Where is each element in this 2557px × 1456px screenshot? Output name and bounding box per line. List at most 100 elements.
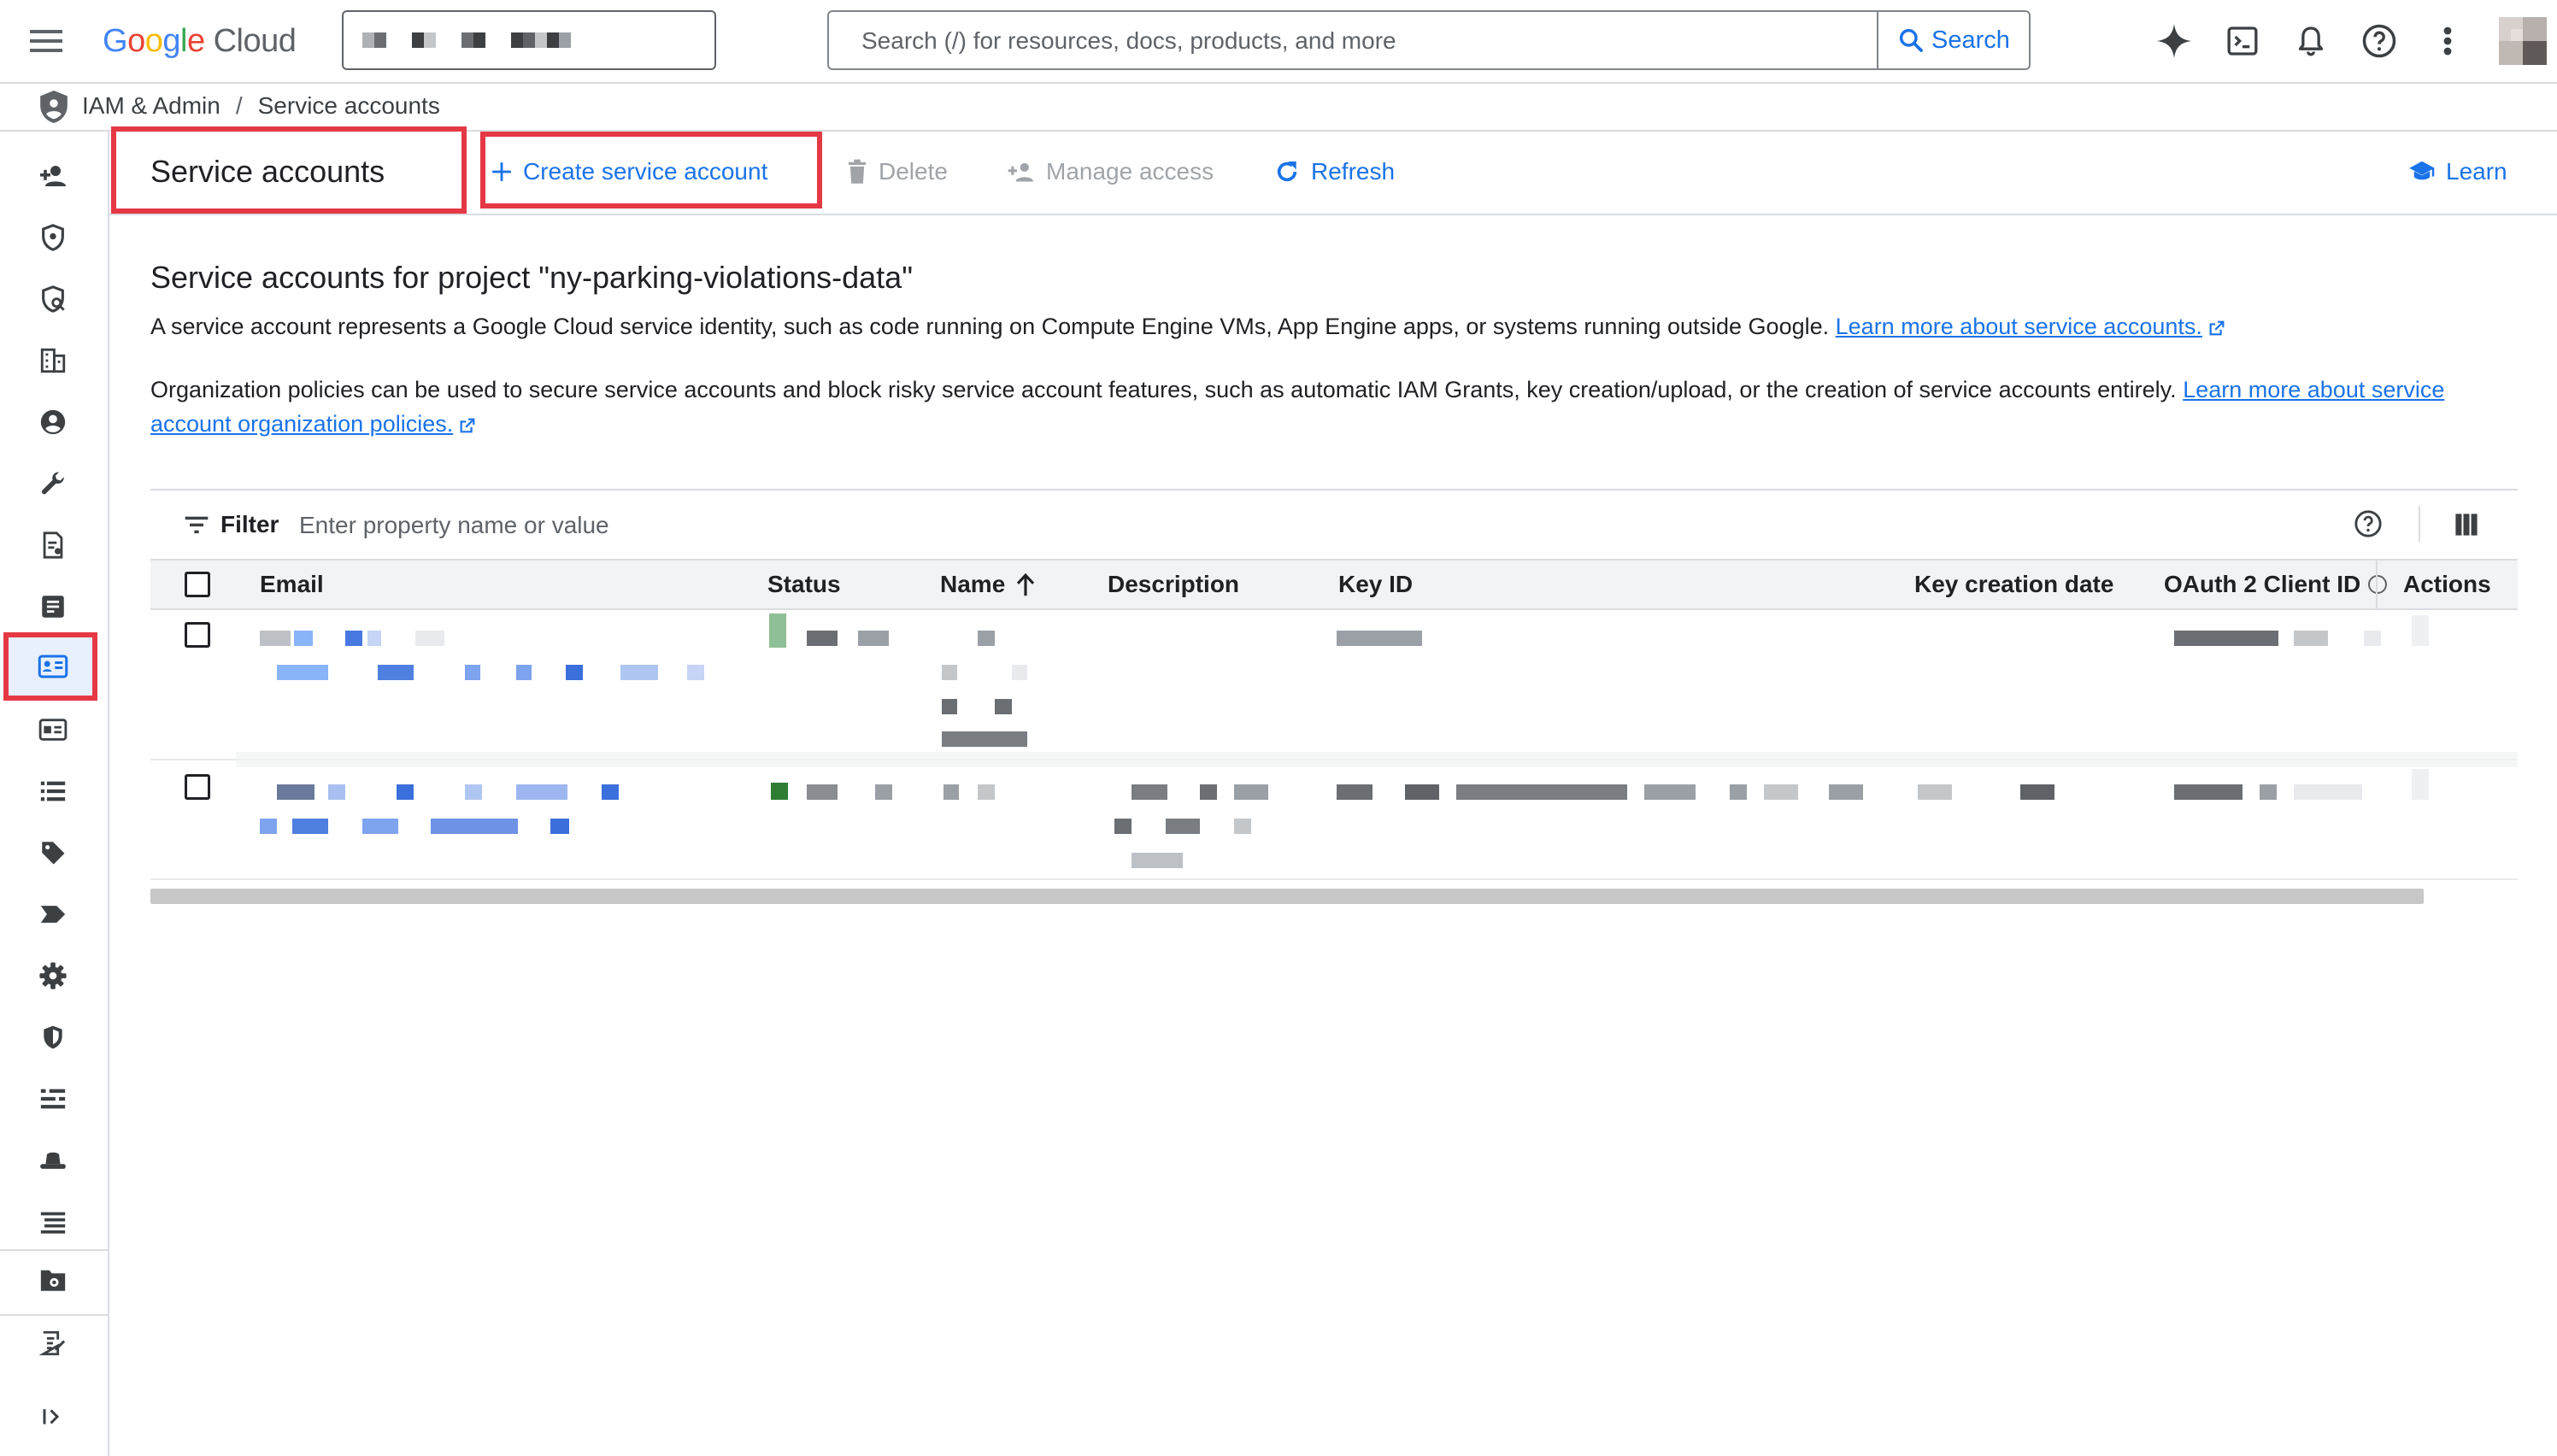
- redacted-key-id: [1333, 784, 2054, 801]
- more-options-icon[interactable]: [2425, 19, 2470, 63]
- policy-text: Organization policies can be used to sec…: [150, 377, 2177, 402]
- gemini-sparkle-icon[interactable]: [2152, 19, 2196, 63]
- column-header-name[interactable]: Name: [940, 571, 1036, 598]
- redacted-email-cell[interactable]: [256, 624, 735, 684]
- select-all-checkbox[interactable]: [185, 572, 210, 597]
- rail-divider: [0, 1314, 108, 1316]
- settings-icon[interactable]: [34, 957, 72, 995]
- column-header-name-label: Name: [940, 571, 1006, 597]
- external-link-icon: [2209, 320, 2225, 336]
- filter-bar-divider: [2419, 506, 2420, 542]
- rail-divider: [0, 1249, 108, 1251]
- intro-paragraph: A service account represents a Google Cl…: [150, 309, 2458, 343]
- breadcrumb-parent-link[interactable]: IAM & Admin: [82, 92, 220, 119]
- iam-shield-icon: [38, 89, 70, 125]
- add-icon: [492, 162, 511, 181]
- delete-button-label: Delete: [879, 158, 948, 185]
- notifications-bell-icon[interactable]: [2289, 19, 2333, 63]
- audit-log-icon[interactable]: [34, 526, 72, 564]
- column-header-key-id[interactable]: Key ID: [1338, 571, 1413, 598]
- column-display-options-icon[interactable]: [2454, 513, 2478, 537]
- search-input[interactable]: [860, 24, 1829, 58]
- manage-access-button[interactable]: Manage access: [1007, 154, 1214, 190]
- filter-input[interactable]: [297, 508, 1326, 543]
- release-notes-icon[interactable]: [34, 1324, 72, 1362]
- report-icon[interactable]: [34, 588, 72, 625]
- intro-text: A service account represents a Google Cl…: [150, 314, 1830, 339]
- policy-icon[interactable]: [34, 280, 72, 318]
- sort-ascending-arrow-icon: [1017, 572, 1035, 596]
- redacted-status-text: [803, 631, 889, 648]
- delete-button[interactable]: Delete: [846, 154, 948, 190]
- status-enabled-indicator: [769, 614, 786, 648]
- table-help-icon[interactable]: [2354, 509, 2383, 538]
- hat-icon[interactable]: [34, 1142, 72, 1179]
- search-icon: [1899, 28, 1923, 52]
- project-picker[interactable]: [342, 10, 716, 70]
- row-checkbox[interactable]: [185, 774, 210, 800]
- actions-column-divider: [2376, 561, 2378, 608]
- horizontal-scrollbar[interactable]: [150, 889, 2424, 904]
- id-card-icon[interactable]: [34, 711, 72, 749]
- breadcrumb-separator: /: [235, 92, 243, 119]
- privacy-shield-icon[interactable]: [34, 1019, 72, 1056]
- section-heading: Service accounts for project "ny-parking…: [150, 260, 913, 295]
- refresh-button-label: Refresh: [1311, 158, 1396, 185]
- google-cloud-logo[interactable]: Google Cloud: [103, 19, 297, 63]
- row-actions-menu[interactable]: [2412, 615, 2429, 646]
- cloud-shell-terminal-icon[interactable]: [2220, 19, 2265, 63]
- create-button-label: Create service account: [523, 158, 768, 185]
- redacted-project-name: [362, 32, 571, 48]
- person-add-icon[interactable]: [34, 157, 72, 195]
- search-bar: Search: [827, 10, 2031, 70]
- tag-icon[interactable]: [34, 834, 72, 872]
- column-header-status[interactable]: Status: [767, 571, 841, 598]
- filter-icon[interactable]: [183, 513, 210, 537]
- redacted-oauth-client-id: [2171, 631, 2384, 648]
- redacted-email-cell[interactable]: [256, 784, 735, 844]
- main-menu-icon[interactable]: [24, 21, 68, 62]
- row-divider: [150, 878, 2518, 880]
- row-checkbox[interactable]: [185, 622, 210, 648]
- redacted-status-text: [803, 784, 892, 801]
- info-icon: [2368, 575, 2388, 594]
- search-button[interactable]: Search: [1877, 12, 2029, 68]
- quotas-icon[interactable]: [34, 1080, 72, 1118]
- list-icon[interactable]: [34, 772, 72, 810]
- column-header-key-creation-date[interactable]: Key creation date: [1914, 571, 2113, 598]
- refresh-button[interactable]: Refresh: [1273, 154, 1395, 190]
- folder-settings-icon[interactable]: [34, 1261, 72, 1299]
- trash-icon: [849, 159, 866, 184]
- column-header-email[interactable]: Email: [260, 571, 324, 598]
- account-circle-icon[interactable]: [34, 403, 72, 441]
- refresh-icon: [1277, 161, 1297, 182]
- breadcrumb-trail: IAM & Admin / Service accounts: [82, 92, 440, 120]
- status-enabled-indicator: [771, 783, 788, 800]
- search-button-label: Search: [1931, 26, 2010, 54]
- manage-resources-icon[interactable]: [34, 1203, 72, 1241]
- wrench-icon[interactable]: [34, 465, 72, 502]
- redacted-oauth-client-id: [2171, 784, 2384, 801]
- column-header-actions: Actions: [2403, 571, 2491, 597]
- service-account-icon[interactable]: [34, 648, 72, 685]
- learn-button-label: Learn: [2446, 158, 2507, 185]
- column-header-description[interactable]: Description: [1108, 571, 1239, 598]
- account-avatar[interactable]: [2499, 17, 2547, 65]
- policy-paragraph: Organization policies can be used to sec…: [150, 373, 2458, 441]
- column-header-oauth-client-id[interactable]: OAuth 2 Client ID: [2164, 571, 2388, 598]
- filter-label: Filter: [220, 511, 279, 537]
- table-header-row: [150, 559, 2518, 610]
- logo-google-text: Google: [103, 22, 205, 59]
- row-actions-menu[interactable]: [2412, 769, 2429, 800]
- help-icon[interactable]: [2357, 19, 2401, 63]
- learn-button[interactable]: Learn: [2408, 154, 2507, 190]
- redacted-key-id: [1333, 631, 1427, 648]
- label-icon[interactable]: [34, 895, 72, 933]
- expand-rail-icon[interactable]: [34, 1398, 72, 1435]
- shield-icon[interactable]: [34, 219, 72, 256]
- create-service-account-button[interactable]: Create service account: [491, 154, 767, 190]
- redacted-description-cell: [1111, 784, 1299, 870]
- organization-icon[interactable]: [34, 342, 72, 379]
- breadcrumb-current: Service accounts: [257, 92, 440, 119]
- learn-more-service-accounts-link[interactable]: Learn more about service accounts.: [1836, 314, 2202, 339]
